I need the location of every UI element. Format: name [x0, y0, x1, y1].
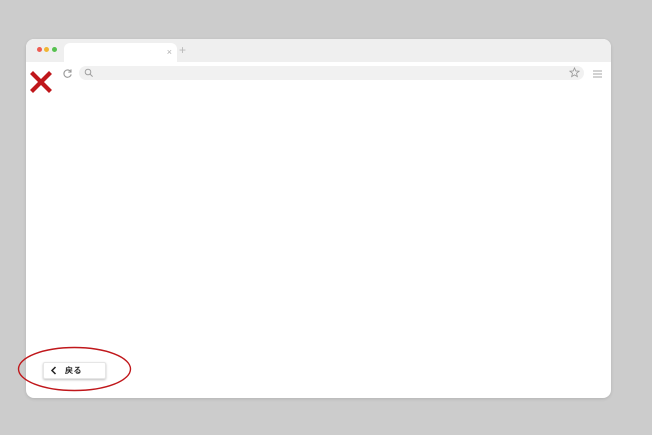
hamburger-menu-icon[interactable] — [593, 70, 602, 78]
back-button-label: 戻る — [65, 366, 82, 375]
back-button[interactable]: 戻る — [43, 362, 106, 379]
window-zoom-dot[interactable] — [52, 47, 57, 52]
tab-close-icon[interactable]: × — [167, 46, 172, 58]
bookmark-star-icon[interactable] — [569, 67, 580, 78]
window-close-dot[interactable] — [37, 47, 42, 52]
chevron-left-icon — [50, 366, 57, 375]
new-tab-icon[interactable]: + — [179, 43, 186, 57]
reload-icon[interactable] — [62, 68, 73, 79]
browser-toolbar — [26, 62, 611, 84]
address-bar[interactable] — [79, 66, 584, 80]
window-minimize-dot[interactable] — [44, 47, 49, 52]
search-icon — [84, 68, 93, 77]
close-x-icon — [30, 71, 52, 93]
tab-strip: × + — [26, 39, 611, 62]
browser-tab[interactable]: × — [64, 43, 177, 62]
browser-window: × + — [26, 39, 611, 398]
